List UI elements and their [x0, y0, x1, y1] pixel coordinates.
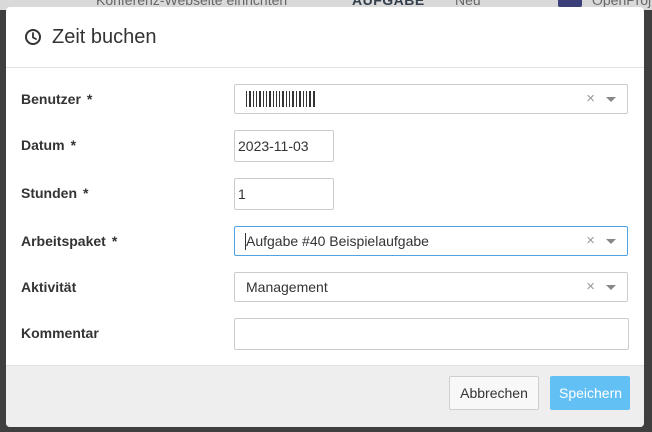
work-package-row: Arbeitspaket * Aufgabe #40 Beispielaufgab…	[21, 226, 628, 258]
user-row: Benutzer * ×	[21, 84, 628, 116]
user-label: Benutzer *	[21, 91, 93, 107]
chevron-down-icon[interactable]	[606, 239, 616, 244]
chevron-down-icon[interactable]	[606, 97, 616, 102]
dialog-title: Zeit buchen	[52, 25, 157, 48]
date-input[interactable]	[234, 130, 334, 162]
clear-user-icon[interactable]: ×	[586, 85, 595, 113]
required-mark: *	[86, 91, 93, 107]
work-package-label: Arbeitspaket *	[21, 233, 118, 249]
activity-label: Aktivität	[21, 279, 77, 295]
hours-row: Stunden *	[21, 178, 628, 210]
dialog-header: Zeit buchen	[6, 7, 644, 68]
clock-icon	[25, 29, 41, 45]
dialog-footer: Abbrechen Speichern	[6, 365, 644, 427]
cancel-button[interactable]: Abbrechen	[449, 376, 539, 410]
redacted-user-name	[246, 91, 317, 107]
comment-label: Kommentar	[21, 325, 99, 341]
required-mark: *	[111, 233, 118, 249]
activity-row: Aktivität Management ×	[21, 272, 628, 304]
date-row: Datum *	[21, 130, 628, 162]
clear-activity-icon[interactable]: ×	[586, 273, 595, 301]
clear-work-package-icon[interactable]: ×	[586, 227, 595, 255]
activity-select[interactable]: Management ×	[234, 272, 628, 302]
hours-label: Stunden *	[21, 185, 89, 201]
required-mark: *	[83, 185, 89, 201]
comment-row: Kommentar	[21, 318, 629, 350]
activity-value: Management	[246, 279, 328, 295]
work-package-value: Aufgabe #40 Beispielaufgabe	[246, 233, 429, 249]
log-time-dialog: Zeit buchen Benutzer* × Datum* Stunden* …	[6, 7, 644, 427]
hours-input[interactable]	[234, 178, 334, 210]
project-logo-icon	[558, 0, 582, 7]
work-package-select[interactable]: Aufgabe #40 Beispielaufgabe ×	[234, 226, 628, 256]
required-mark: *	[70, 137, 77, 153]
date-label: Datum *	[21, 137, 77, 153]
chevron-down-icon[interactable]	[606, 285, 616, 290]
save-button[interactable]: Speichern	[550, 376, 630, 410]
comment-input[interactable]	[234, 318, 629, 350]
user-select[interactable]: ×	[234, 84, 628, 114]
